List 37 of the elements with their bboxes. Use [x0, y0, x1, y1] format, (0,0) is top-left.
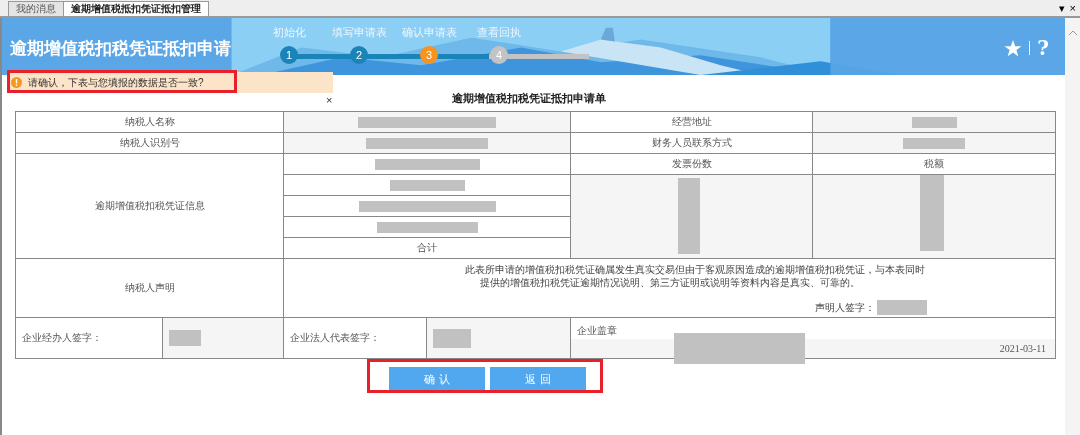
redacted-block — [877, 300, 927, 315]
step-label: 查看回执 — [477, 25, 521, 39]
seal-label: 企业盖章 — [576, 324, 618, 337]
signature-label: 企业法人代表签字： — [290, 332, 380, 343]
close-icon[interactable]: × — [1069, 2, 1076, 14]
field-label: 逾期增值税扣税凭证信息 — [94, 200, 205, 211]
signature-label: 企业经办人签字： — [22, 332, 102, 343]
alert-message: 请确认，下表与您填报的数据是否一致? — [28, 75, 204, 90]
redacted-block — [903, 137, 965, 149]
step-label: 填写申请表 — [331, 25, 387, 39]
field-label: 纳税人声明 — [124, 282, 175, 293]
redacted-block — [911, 116, 957, 128]
form-title: 逾期增值税扣税凭证抵扣申请单 — [451, 91, 606, 106]
scroll-up-icon[interactable] — [1067, 30, 1078, 36]
field-label: 财务人员联系方式 — [651, 137, 732, 148]
declaration-text: 提供的增值税扣税凭证逾期情况说明、第三方证明或说明等资料内容是真实、可靠的。 — [478, 276, 861, 289]
total-label: 合计 — [417, 242, 437, 253]
step-label: 初始化 — [272, 25, 306, 39]
signature-label: 声明人签字： — [815, 300, 875, 315]
field-label: 纳税人名称 — [124, 116, 175, 127]
redacted-block — [169, 330, 201, 346]
field-label: 纳税人识别号 — [119, 137, 180, 148]
tab[interactable]: 我的消息 — [8, 1, 64, 16]
date-text: 2021-03-11 — [999, 343, 1046, 354]
redacted-block — [433, 328, 471, 348]
page-title: 逾期增值税扣税凭证抵扣申请 — [10, 38, 232, 60]
column-header: 发票份数 — [671, 158, 712, 169]
field-label: 经营地址 — [671, 116, 712, 127]
column-header: 税额 — [924, 158, 944, 169]
dropdown-icon[interactable]: ▾ — [1059, 2, 1065, 14]
warning-icon — [11, 77, 22, 88]
tab[interactable]: 逾期增值税抵扣凭证抵扣管理 — [63, 1, 209, 16]
star-icon[interactable] — [1004, 39, 1023, 57]
close-icon[interactable]: × — [326, 95, 333, 105]
step-label: 确认申请表 — [401, 25, 457, 39]
scrollbar[interactable] — [1065, 18, 1080, 435]
declaration-text: 此表所申请的增值税扣税凭证确属发生真实交易但由于客观原因造成的逾期增值税扣税凭证，与本表同时 — [463, 263, 926, 276]
